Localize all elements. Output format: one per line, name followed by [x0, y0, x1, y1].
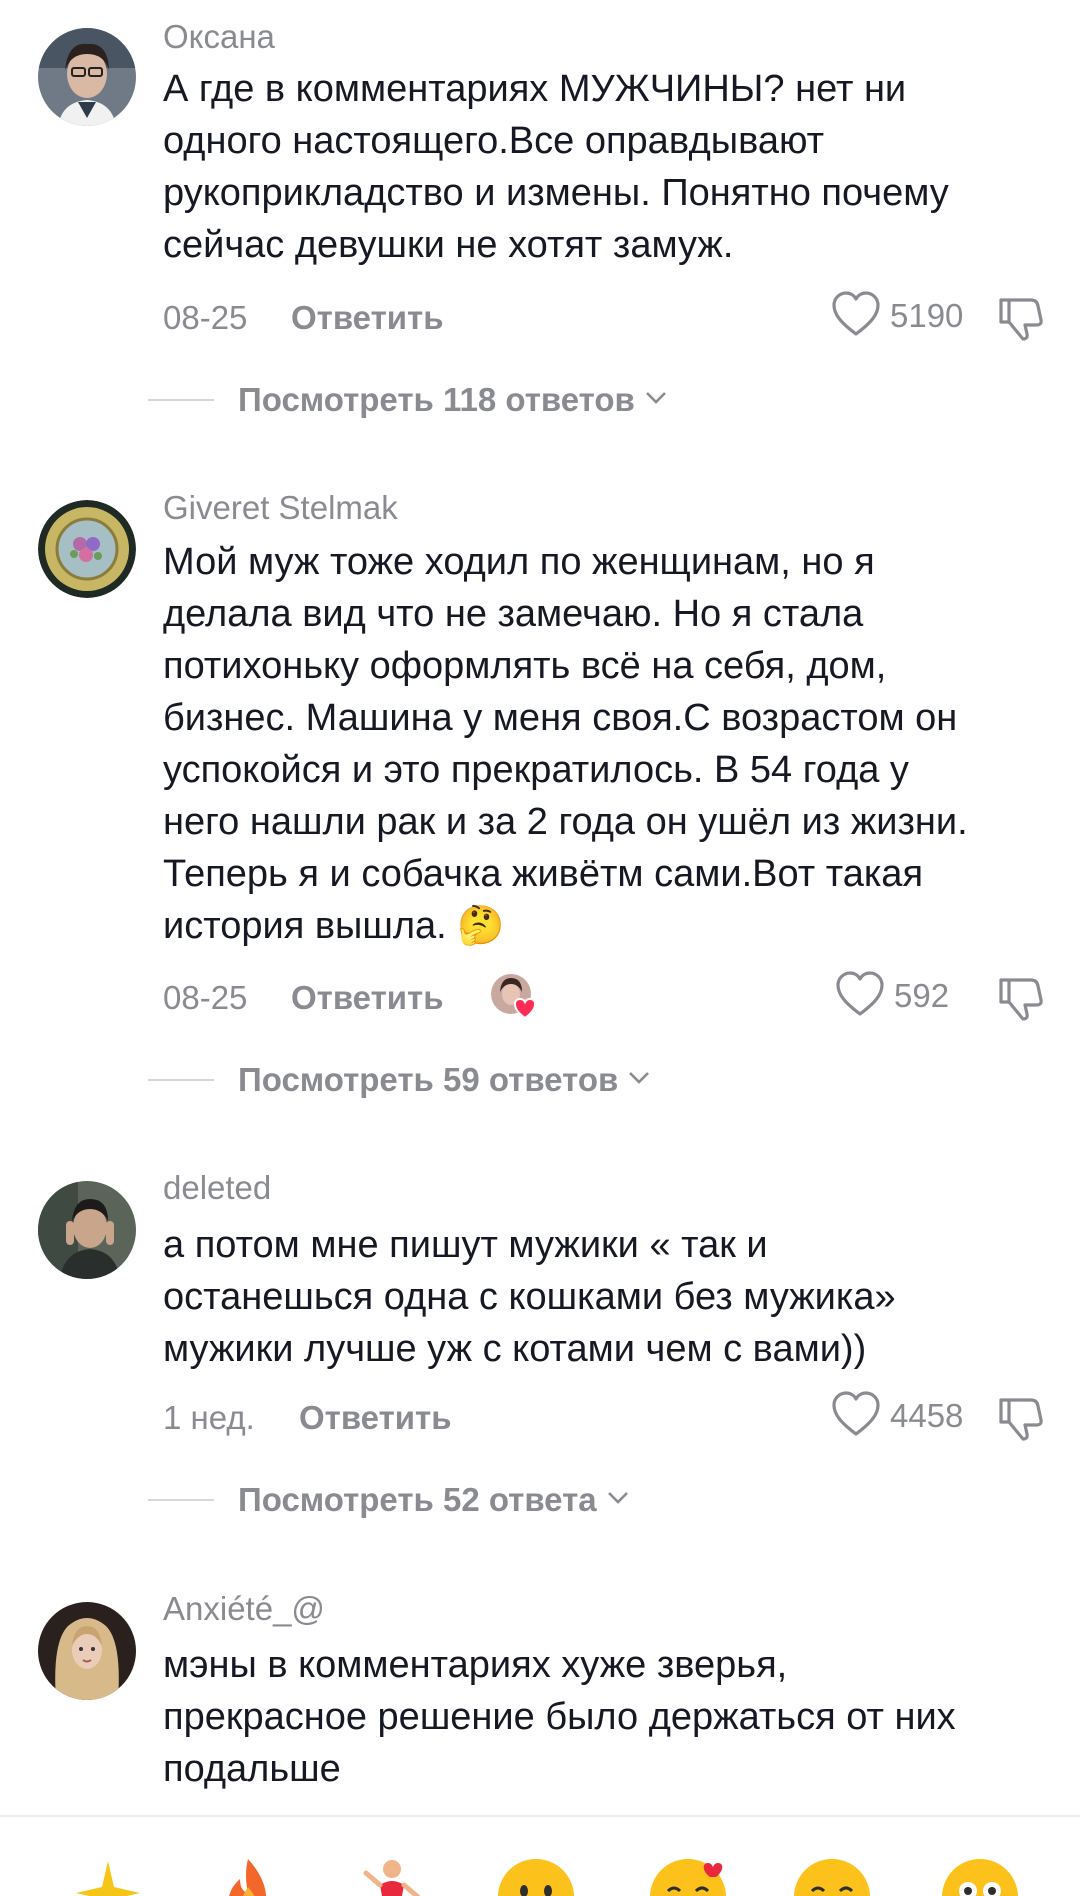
comment-username[interactable]: deleted [163, 1168, 271, 1208]
view-replies-button[interactable]: Посмотреть 59 ответов [148, 1058, 652, 1102]
comment-text-line: него нашли рак и за 2 года он ушёл из жи… [163, 801, 968, 843]
divider-line [148, 1499, 214, 1501]
comment-text-line: подальше [163, 1748, 341, 1790]
comment-text-line: А где в комментариях МУЖЧИНЫ? нет ни [163, 68, 907, 110]
comment-date: 08-25 [163, 299, 248, 336]
comment-date: 08-25 [163, 979, 248, 1016]
comment-text: А где в комментариях МУЖЧИНЫ? нет ни одн… [163, 63, 1063, 271]
comment-text-line: история вышла. 🤔 [163, 905, 505, 947]
chevron-down-icon [635, 388, 669, 413]
comment-text-line: сейчас девушки не хотят замуж. [163, 224, 734, 266]
comment-text-line: останешься одна с кошками без мужика» [163, 1276, 896, 1318]
comment-meta: 1 нед. Ответить [163, 1396, 763, 1440]
comment-text: мэны в комментариях хуже зверья, прекрас… [163, 1639, 1063, 1795]
smiling-emoji-icon[interactable] [792, 1857, 872, 1896]
like-count: 5190 [890, 297, 964, 334]
comment-date: 1 нед. [163, 1399, 255, 1436]
reply-button[interactable]: Ответить [291, 976, 444, 1020]
comment-text-line: бизнес. Машина у меня своя.С возрастом о… [163, 697, 958, 739]
view-replies-label: Посмотреть 118 ответов [238, 381, 635, 418]
like-button[interactable]: 4458 [830, 1390, 963, 1442]
dancer-emoji-icon[interactable] [352, 1857, 432, 1896]
comment-text-line: мужики лучше уж с котами чем с вами)) [163, 1328, 867, 1370]
comment-text-line: Теперь я и собачка живётм сами.Вот такая [163, 853, 924, 895]
dislike-button[interactable] [995, 1392, 1045, 1442]
comment-text-line: одного настоящего.Все оправдывают [163, 120, 825, 162]
avatar[interactable] [38, 28, 136, 126]
comment-text: а потом мне пишут мужики « так и останеш… [163, 1219, 1063, 1375]
thumbs-down-icon [995, 298, 1045, 346]
heart-outline-icon [834, 970, 886, 1023]
flushed-emoji-icon[interactable] [940, 1857, 1020, 1896]
reply-button[interactable]: Ответить [299, 1396, 452, 1440]
comment-text-line: а потом мне пишут мужики « так и [163, 1224, 768, 1266]
comment-text-line: потихоньку оформлять всё на себя, дом, [163, 645, 887, 687]
avatar[interactable] [38, 1602, 136, 1700]
like-button[interactable]: 592 [834, 970, 949, 1022]
comment-text-line: успокойся и это прекратилось. В 54 года … [163, 749, 909, 791]
sparkles-emoji-icon[interactable] [68, 1857, 148, 1896]
dislike-button[interactable] [995, 972, 1045, 1022]
view-replies-button[interactable]: Посмотреть 52 ответа [148, 1478, 631, 1522]
divider-line [148, 399, 214, 401]
comment-text-line: делала вид что не замечаю. Но я стала [163, 593, 864, 635]
comment-text: Мой муж тоже ходил по женщинам, но я дел… [163, 536, 1063, 952]
comment-username[interactable]: Giveret Stelmak [163, 488, 398, 528]
like-count: 4458 [890, 1397, 964, 1434]
like-button[interactable]: 5190 [830, 290, 963, 342]
comment-meta: 08-25 Ответить [163, 974, 763, 1020]
comment-text-line: прекрасное решение было держаться от них [163, 1696, 956, 1738]
heart-outline-icon [830, 290, 882, 343]
hearts-face-emoji-icon[interactable] [648, 1857, 728, 1896]
reply-button[interactable]: Ответить [291, 296, 444, 340]
creator-liked-avatar [491, 972, 539, 1020]
comment-username[interactable]: Оксана [163, 17, 275, 57]
chevron-down-icon [597, 1488, 631, 1513]
heart-outline-icon [830, 1390, 882, 1443]
fire-emoji-icon[interactable] [208, 1857, 288, 1896]
avatar[interactable] [38, 1181, 136, 1279]
divider-line [148, 1079, 214, 1081]
comment-text-line: рукоприкладство и измены. Понятно почему [163, 172, 949, 214]
dislike-button[interactable] [995, 292, 1045, 342]
view-replies-label: Посмотреть 52 ответа [238, 1481, 597, 1518]
chevron-down-icon [618, 1068, 652, 1093]
emoji-quick-bar [0, 1815, 1080, 1896]
comment-text-line: мэны в комментариях хуже зверья, [163, 1644, 788, 1686]
view-replies-label: Посмотреть 59 ответов [238, 1061, 619, 1098]
view-replies-button[interactable]: Посмотреть 118 ответов [148, 378, 669, 422]
grinning-emoji-icon[interactable] [496, 1857, 576, 1896]
comment-text-line: Мой муж тоже ходил по женщинам, но я [163, 541, 875, 583]
avatar[interactable] [38, 500, 136, 598]
like-count: 592 [894, 977, 950, 1014]
comment-username[interactable]: Anxiété_@ [163, 1589, 325, 1629]
thumbs-down-icon [995, 1398, 1045, 1446]
thumbs-down-icon [995, 978, 1045, 1026]
